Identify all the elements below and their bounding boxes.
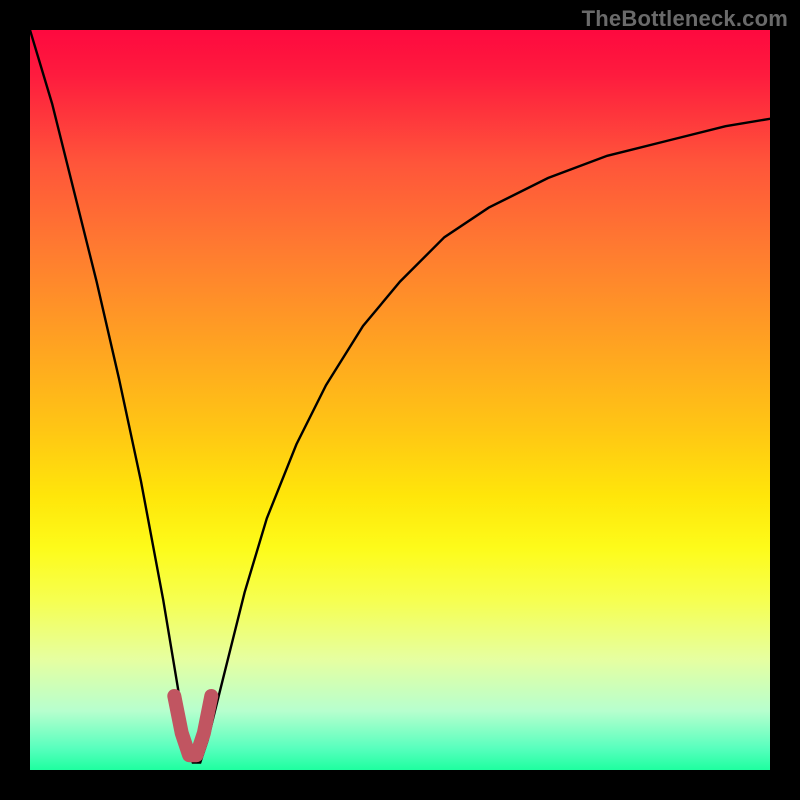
chart-frame: TheBottleneck.com	[0, 0, 800, 800]
plot-area	[30, 30, 770, 770]
curve-layer	[30, 30, 770, 770]
highlight-near-minimum	[174, 696, 211, 755]
watermark-text: TheBottleneck.com	[582, 6, 788, 32]
bottleneck-curve	[30, 30, 770, 763]
